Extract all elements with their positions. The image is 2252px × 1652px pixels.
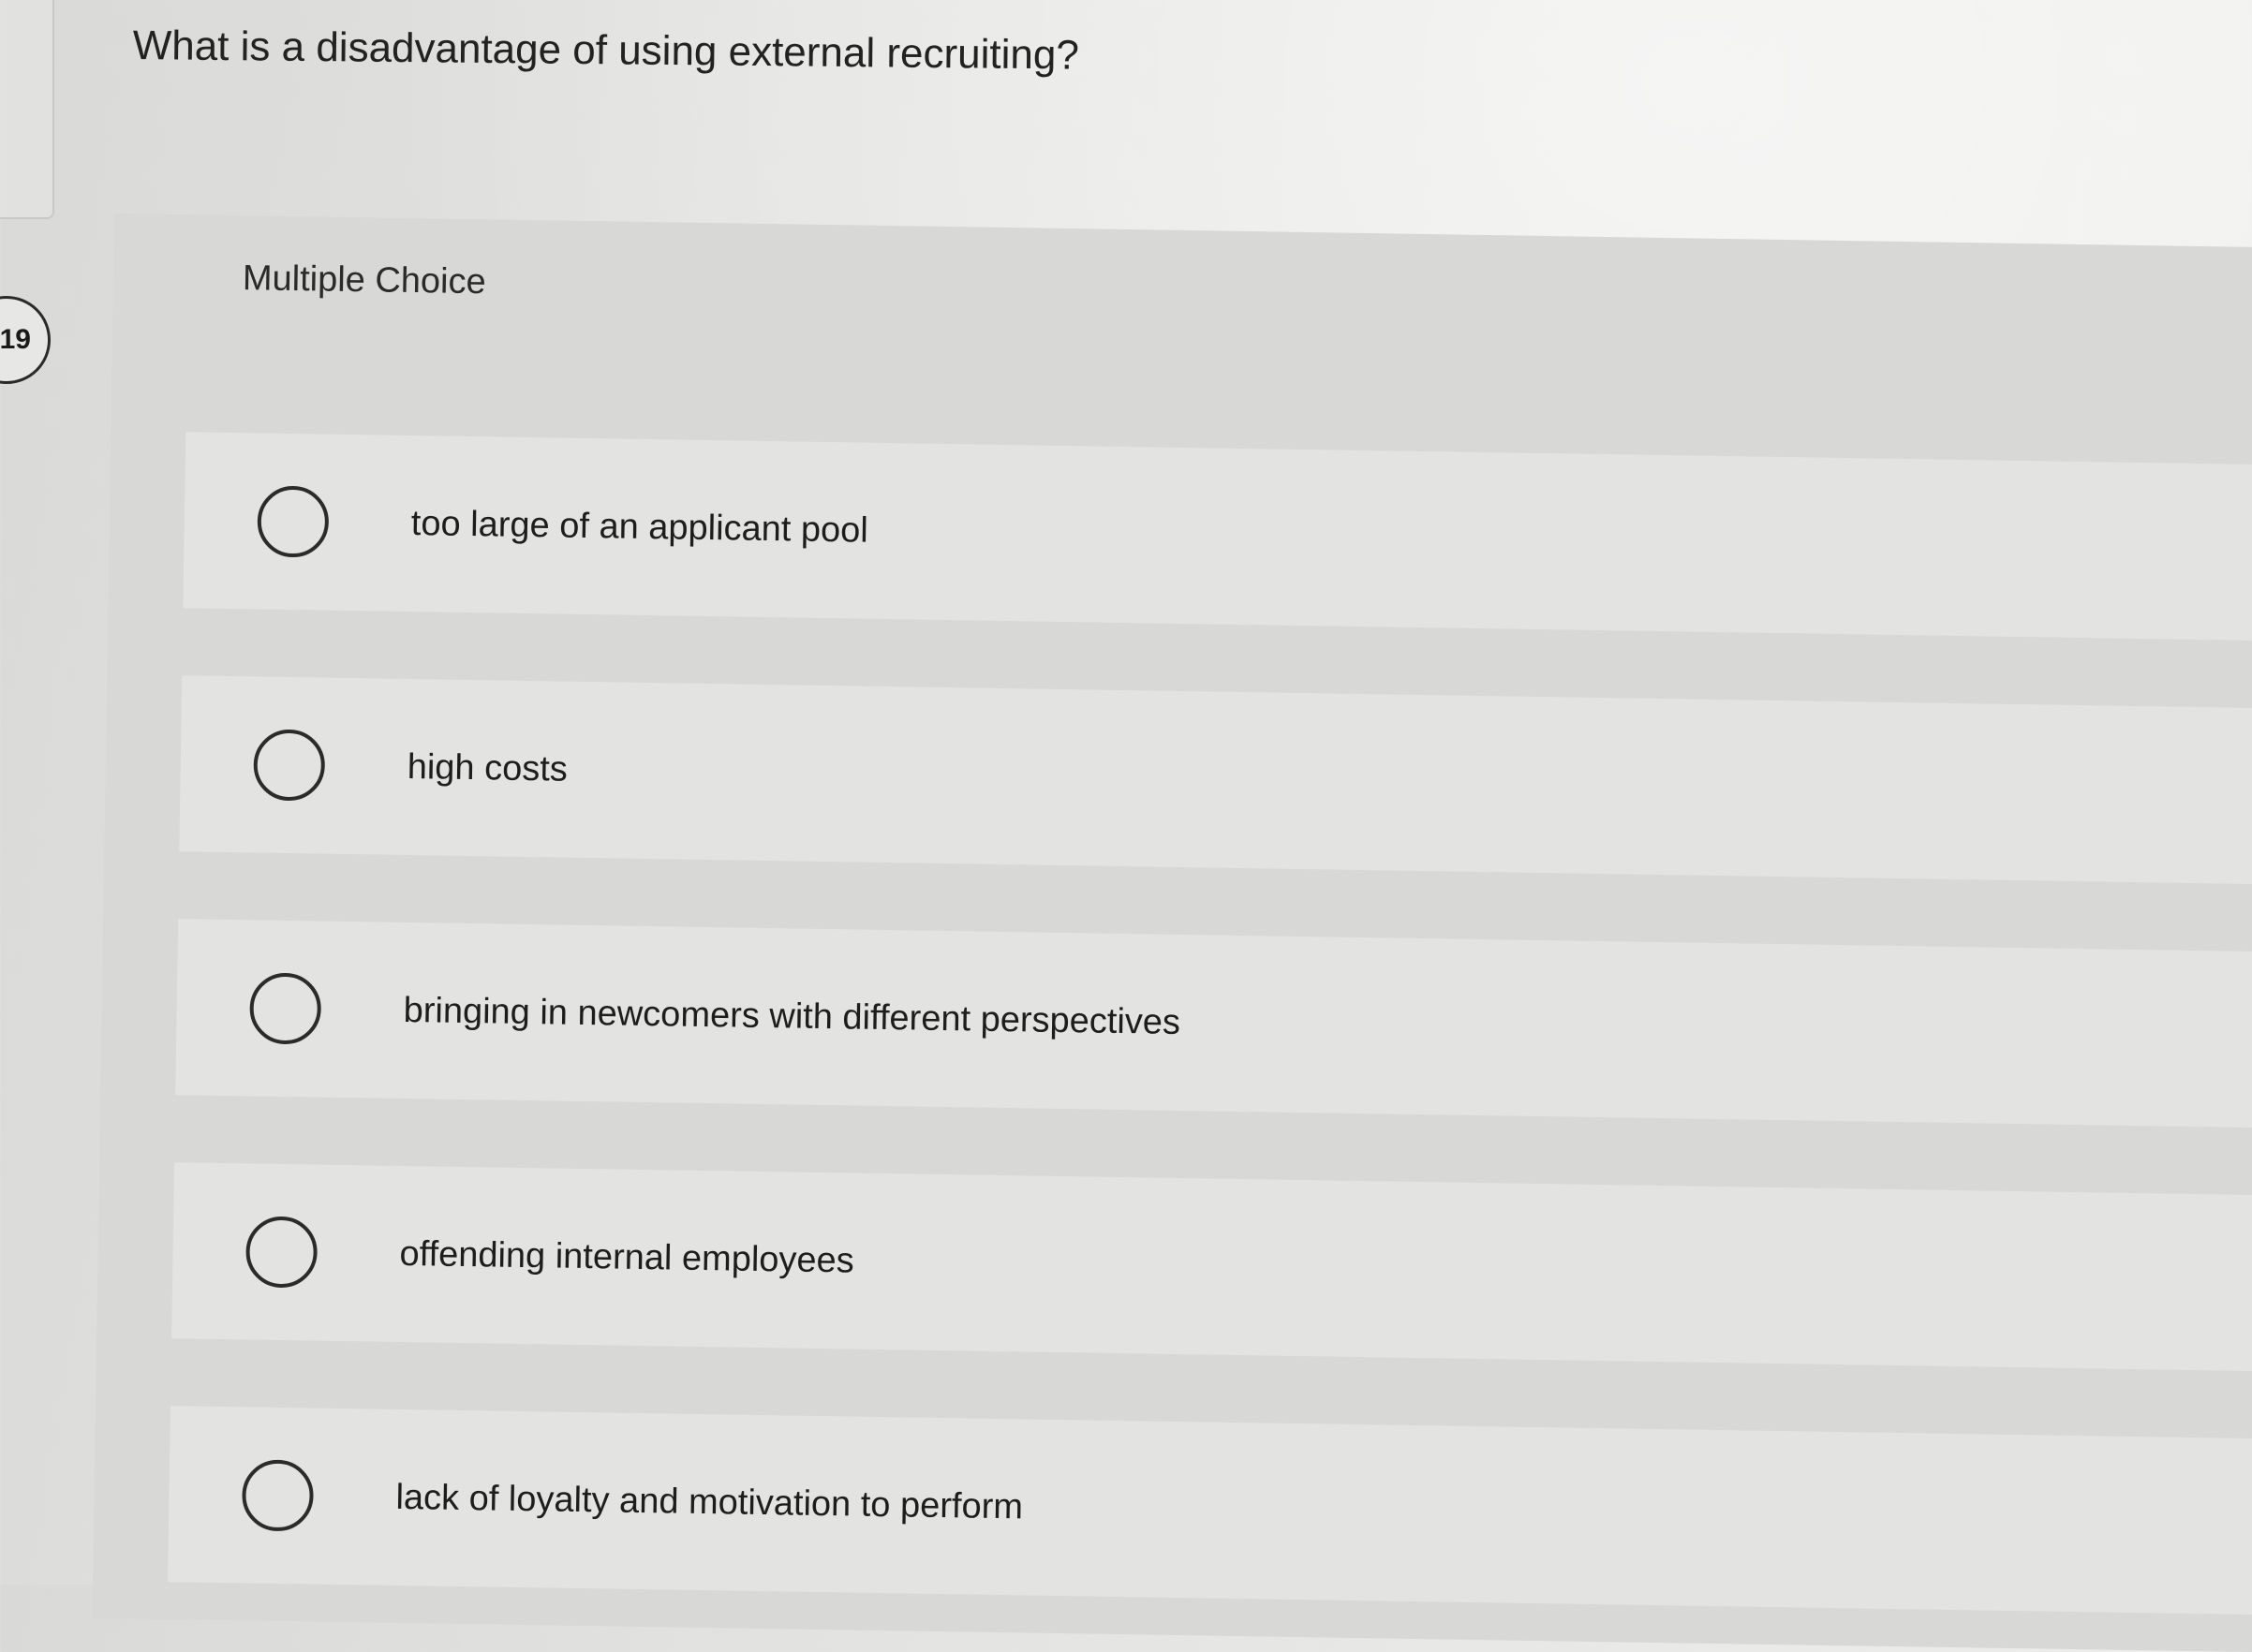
- radio-button[interactable]: [249, 972, 322, 1045]
- answer-option[interactable]: high costs: [179, 675, 2252, 885]
- radio-button[interactable]: [257, 485, 330, 558]
- question-number: 19: [0, 324, 31, 355]
- answer-option[interactable]: too large of an applicant pool: [183, 432, 2252, 642]
- answer-option-label: too large of an applicant pool: [410, 503, 869, 551]
- answer-option[interactable]: offending internal employees: [171, 1162, 2252, 1372]
- answer-option[interactable]: bringing in newcomers with different per…: [175, 919, 2252, 1128]
- answer-option-label: lack of loyalty and motivation to perfor…: [395, 1477, 1024, 1527]
- answer-option[interactable]: lack of loyalty and motivation to perfor…: [168, 1406, 2252, 1615]
- question-type-label: Multiple Choice: [242, 258, 487, 302]
- answer-option-label: high costs: [407, 746, 569, 789]
- radio-button[interactable]: [253, 729, 326, 802]
- question-number-badge[interactable]: 19: [0, 296, 51, 384]
- answer-option-label: offending internal employees: [399, 1233, 855, 1281]
- left-sidebar-panel: [0, 0, 54, 219]
- multiple-choice-panel: Multiple Choice too large of an applican…: [92, 214, 2252, 1652]
- question-prompt: What is a disadvantage of using external…: [132, 22, 1080, 79]
- radio-button[interactable]: [241, 1459, 315, 1532]
- answer-option-label: bringing in newcomers with different per…: [403, 990, 1181, 1042]
- radio-button[interactable]: [245, 1216, 319, 1289]
